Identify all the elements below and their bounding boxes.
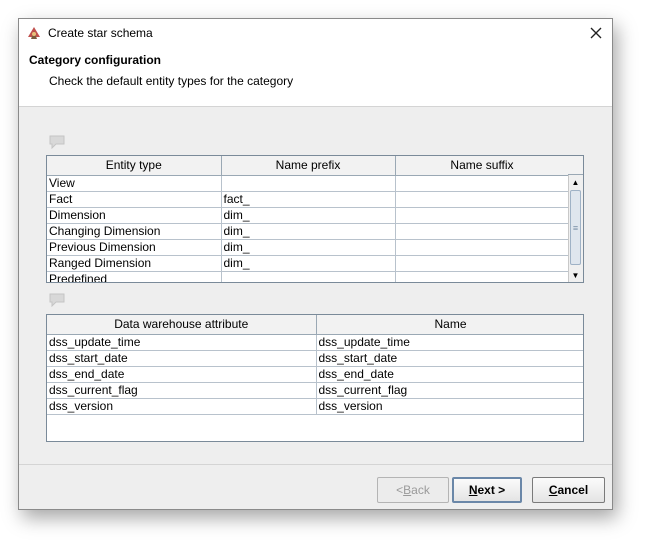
table-header-row: Entity type Name prefix Name suffix: [47, 156, 570, 176]
header-panel: Category configuration Check the default…: [19, 47, 612, 107]
attribute-name-cell[interactable]: dss_version: [316, 398, 583, 415]
app-logo-icon: [26, 25, 42, 41]
attribute-table: Data warehouse attribute Name dss_update…: [46, 314, 584, 442]
attribute-name-cell[interactable]: dss_start_date: [316, 350, 583, 367]
name-prefix-cell[interactable]: dim_: [221, 207, 396, 224]
entity-type-cell[interactable]: Changing Dimension: [47, 223, 222, 240]
back-button[interactable]: < Back: [377, 477, 449, 503]
entity-type-cell[interactable]: Previous Dimension: [47, 239, 222, 256]
name-prefix-cell[interactable]: dim_: [221, 255, 396, 272]
entity-type-cell[interactable]: Fact: [47, 191, 222, 208]
page-title: Category configuration: [29, 53, 162, 67]
scroll-thumb[interactable]: ≡: [570, 190, 581, 265]
table-row[interactable]: View: [47, 175, 570, 192]
table-row[interactable]: Changing Dimension dim_: [47, 223, 570, 240]
name-suffix-cell[interactable]: [395, 191, 570, 208]
attribute-cell[interactable]: dss_end_date: [47, 366, 317, 383]
dialog-window: Create star schema Category configuratio…: [18, 18, 613, 510]
next-button[interactable]: Next >: [452, 477, 522, 503]
name-suffix-cell[interactable]: [395, 223, 570, 240]
column-header-dw-attribute[interactable]: Data warehouse attribute: [47, 315, 317, 335]
cancel-button-mnemonic: C: [548, 483, 558, 497]
name-suffix-cell[interactable]: [395, 207, 570, 224]
scroll-up-arrow-icon[interactable]: ▲: [568, 175, 583, 189]
column-header-name-suffix[interactable]: Name suffix: [395, 156, 570, 176]
table-header-row: Data warehouse attribute Name: [47, 315, 583, 335]
name-prefix-cell[interactable]: fact_: [221, 191, 396, 208]
name-suffix-cell[interactable]: [395, 239, 570, 256]
comment-icon: [49, 135, 65, 150]
attribute-cell[interactable]: dss_version: [47, 398, 317, 415]
entity-type-cell[interactable]: View: [47, 175, 222, 192]
footer-divider: [19, 464, 612, 465]
grip-icon: ≡: [572, 222, 579, 233]
name-prefix-cell[interactable]: [221, 271, 396, 282]
comment-icon: [49, 293, 65, 308]
attribute-name-cell[interactable]: dss_update_time: [316, 334, 583, 351]
back-button-mnemonic: B: [403, 483, 412, 497]
next-button-mnemonic: N: [468, 483, 478, 497]
close-button[interactable]: [586, 23, 606, 43]
table-row[interactable]: Dimension dim_: [47, 207, 570, 224]
attribute-cell[interactable]: dss_current_flag: [47, 382, 317, 399]
table-row[interactable]: Predefined: [47, 271, 570, 282]
entity-type-cell[interactable]: Ranged Dimension: [47, 255, 222, 272]
entity-type-cell[interactable]: Predefined: [47, 271, 222, 282]
cancel-button-label: ancel: [557, 483, 589, 497]
table-row[interactable]: dss_end_date dss_end_date: [47, 366, 583, 383]
column-header-entity-type[interactable]: Entity type: [47, 156, 222, 176]
name-prefix-cell[interactable]: dim_: [221, 223, 396, 240]
table-row[interactable]: dss_start_date dss_start_date: [47, 350, 583, 367]
column-header-name[interactable]: Name: [316, 315, 583, 335]
window-title: Create star schema: [48, 26, 153, 40]
next-button-label: ext >: [477, 483, 506, 497]
scroll-down-arrow-icon[interactable]: ▼: [568, 268, 583, 282]
attribute-name-cell[interactable]: dss_current_flag: [316, 382, 583, 399]
name-prefix-cell[interactable]: dim_: [221, 239, 396, 256]
back-button-label: ack: [411, 483, 430, 497]
attribute-cell[interactable]: dss_start_date: [47, 350, 317, 367]
cancel-button[interactable]: Cancel: [532, 477, 605, 503]
column-header-name-prefix[interactable]: Name prefix: [221, 156, 396, 176]
attribute-name-cell[interactable]: dss_end_date: [316, 366, 583, 383]
entity-type-cell[interactable]: Dimension: [47, 207, 222, 224]
name-suffix-cell[interactable]: [395, 271, 570, 282]
table-row[interactable]: dss_update_time dss_update_time: [47, 334, 583, 351]
table-row[interactable]: Ranged Dimension dim_: [47, 255, 570, 272]
table-row[interactable]: dss_version dss_version: [47, 398, 583, 415]
name-prefix-cell[interactable]: [221, 175, 396, 192]
scrollbar-corner: [568, 156, 583, 175]
name-suffix-cell[interactable]: [395, 175, 570, 192]
back-button-prefix: <: [396, 483, 404, 497]
table-row[interactable]: Fact fact_: [47, 191, 570, 208]
entity-type-table: Entity type Name prefix Name suffix View…: [46, 155, 584, 283]
page-description: Check the default entity types for the c…: [49, 74, 294, 88]
table-row[interactable]: Previous Dimension dim_: [47, 239, 570, 256]
table-row[interactable]: dss_current_flag dss_current_flag: [47, 382, 583, 399]
vertical-scrollbar[interactable]: ▲ ≡ ▼: [568, 175, 583, 282]
attribute-cell[interactable]: dss_update_time: [47, 334, 317, 351]
title-bar: Create star schema: [19, 19, 612, 47]
close-icon: [590, 27, 602, 39]
name-suffix-cell[interactable]: [395, 255, 570, 272]
